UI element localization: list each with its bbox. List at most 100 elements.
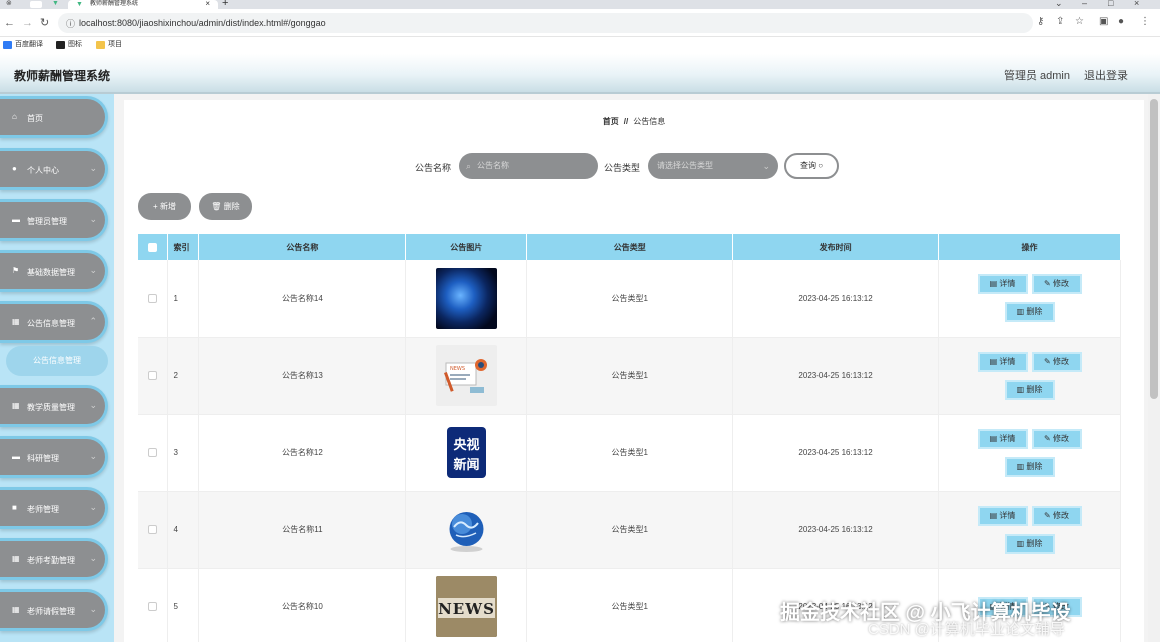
edit-button[interactable]: ✎ 修改 <box>1031 351 1082 372</box>
notice-type-placeholder: 请选择公告类型 <box>657 161 713 170</box>
briefcase-icon: ■ <box>12 503 17 512</box>
close-window-icon[interactable]: × <box>1134 0 1139 8</box>
search-icon: ○ <box>818 161 824 170</box>
select-all-checkbox[interactable] <box>148 242 158 252</box>
key-icon[interactable]: ⚷ <box>1037 16 1044 27</box>
delete-button[interactable]: ▥ 删除 <box>1004 302 1055 323</box>
browser-tab-active[interactable]: ▼ 教师薪酬管理系统 × <box>68 0 218 9</box>
col-header-ops: 操作 <box>938 234 1121 260</box>
logout-link[interactable]: 退出登录 <box>1084 67 1128 83</box>
translate-icon <box>3 41 12 49</box>
tab-search-icon[interactable]: ⊗ <box>6 0 12 8</box>
sidebar-item-label: 老师考勤管理 <box>27 556 75 565</box>
notice-name-input[interactable]: ⌕ 公告名称 <box>459 153 598 179</box>
detail-label: 详情 <box>999 356 1016 366</box>
sidebar-item-teaching[interactable]: ▦ 教学质量管理 ⌄ <box>0 385 108 427</box>
delete-label: 删除 <box>223 202 240 211</box>
tab-title: 教师薪酬管理系统 <box>90 1 139 7</box>
row-select-cell <box>138 260 169 338</box>
notice-image-newspaper[interactable]: NEWS <box>435 345 497 406</box>
edit-label: 修改 <box>1052 433 1069 443</box>
edit-label: 修改 <box>1052 356 1069 366</box>
edit-button[interactable]: ✎ 修改 <box>1031 596 1082 617</box>
bookmark-folder[interactable]: 项目 <box>96 39 122 51</box>
tab-close-icon[interactable]: × <box>205 0 210 8</box>
document-icon: ▤ <box>989 279 998 289</box>
notice-image-globe[interactable] <box>435 267 497 329</box>
reload-icon[interactable]: ↻ <box>40 17 49 29</box>
delete-label: 删除 <box>1026 461 1043 471</box>
sidebar-item-label: 管理员管理 <box>27 217 67 226</box>
edit-button[interactable]: ✎ 修改 <box>1031 428 1082 449</box>
newspaper-illustration: NEWS <box>443 359 487 393</box>
chevron-down-icon: ⌄ <box>762 161 770 171</box>
maximize-icon[interactable]: □ <box>1108 0 1113 8</box>
share-icon[interactable]: ⇪ <box>1056 16 1064 27</box>
row-select-cell <box>138 491 169 569</box>
notice-image-world[interactable] <box>436 499 497 560</box>
detail-button[interactable]: ▤ 详情 <box>977 596 1028 617</box>
chevron-down-icon: ⌄ <box>89 553 97 563</box>
minimize-icon[interactable]: – <box>1082 0 1087 8</box>
detail-button[interactable]: ▤ 详情 <box>977 505 1028 526</box>
inactive-tab[interactable] <box>30 1 42 8</box>
sidebar-item-leave[interactable]: ▦ 老师请假管理 ⌄ <box>0 589 108 631</box>
sidebar-item-label: 基础数据管理 <box>27 268 75 277</box>
sidebar-item-teacher[interactable]: ■ 老师管理 ⌄ <box>0 487 108 529</box>
sidebar-item-personal[interactable]: ● 个人中心 ⌄ <box>0 148 108 190</box>
sidebar-item-label: 老师请假管理 <box>27 607 75 616</box>
row-checkbox[interactable] <box>148 371 158 381</box>
sidepanel-icon[interactable]: ▣ <box>1099 16 1108 27</box>
delete-button[interactable]: ▥ 删除 <box>1004 456 1055 477</box>
sidebar-item-home[interactable]: ⌂ 首页 <box>0 96 108 138</box>
sidebar-item-notice[interactable]: ▦ 公告信息管理 ⌃ <box>0 301 108 343</box>
scrollbar-thumb[interactable] <box>1150 99 1158 399</box>
star-icon[interactable]: ☆ <box>1075 16 1084 27</box>
row-checkbox[interactable] <box>148 448 158 458</box>
app-title: 教师薪酬管理系统 <box>14 69 111 83</box>
forward-icon[interactable]: → <box>22 17 33 29</box>
row-ops-cell: ▤ 详情 ✎ 修改 ▥ 删除 <box>938 260 1121 338</box>
menu-dots-icon[interactable]: ⋮ <box>1140 16 1150 27</box>
edit-button[interactable]: ✎ 修改 <box>1031 505 1082 526</box>
edit-button[interactable]: ✎ 修改 <box>1031 274 1082 295</box>
row-index: 4 <box>167 491 200 569</box>
batch-delete-button[interactable]: 🗑 删除 <box>199 193 252 220</box>
add-button[interactable]: + 新增 <box>138 193 191 220</box>
url-field[interactable]: ⓘ localhost:8080/jiaoshixinchou/admin/di… <box>58 13 1033 33</box>
detail-button[interactable]: ▤ 详情 <box>977 428 1028 449</box>
detail-button[interactable]: ▤ 详情 <box>977 274 1028 295</box>
col-header-time: 发布时间 <box>732 234 940 260</box>
back-icon[interactable]: ← <box>4 17 15 29</box>
new-tab-icon[interactable]: + <box>222 0 228 9</box>
bookmark-item[interactable]: 图标 <box>56 39 82 51</box>
row-ops-cell: ▤ 详情 ✎ 修改 ▥ 删除 <box>938 337 1121 415</box>
row-time: 2023-04-25 16:13:12 <box>732 260 940 338</box>
vue-favicon-icon[interactable]: ▼ <box>52 0 59 8</box>
profile-icon[interactable]: ● <box>1118 16 1124 27</box>
sidebar-item-research[interactable]: ▬ 科研管理 ⌄ <box>0 436 108 478</box>
row-select-cell <box>138 568 169 642</box>
sidebar-item-attendance[interactable]: ▦ 老师考勤管理 ⌄ <box>0 538 108 580</box>
chevron-down-icon[interactable]: ⌄ <box>1055 0 1063 8</box>
notice-image-news-blocks[interactable]: NEWS <box>435 576 497 637</box>
page-scrollbar[interactable] <box>1148 94 1160 642</box>
bookmark-item[interactable]: 百度翻译 <box>3 39 43 51</box>
query-button[interactable]: 查询 ○ <box>784 153 839 179</box>
site-info-icon[interactable]: ⓘ <box>66 17 75 30</box>
sidebar-item-admin[interactable]: ▬ 管理员管理 ⌄ <box>0 199 108 241</box>
notice-name-label: 公告名称 <box>415 163 452 173</box>
row-checkbox[interactable] <box>148 602 158 612</box>
sidebar-item-basic-data[interactable]: ⚑ 基础数据管理 ⌄ <box>0 250 108 292</box>
delete-button[interactable]: ▥ 删除 <box>1004 379 1055 400</box>
breadcrumb-home[interactable]: 首页 <box>603 117 619 126</box>
notice-image-cctv[interactable]: 央视 新闻 <box>435 422 497 483</box>
row-checkbox[interactable] <box>148 525 158 535</box>
detail-button[interactable]: ▤ 详情 <box>977 351 1028 372</box>
sidebar-subitem-notice[interactable]: 公告信息管理 <box>6 346 108 376</box>
row-checkbox[interactable] <box>148 293 158 303</box>
delete-button[interactable]: ▥ 删除 <box>1004 533 1055 554</box>
detail-label: 详情 <box>999 601 1016 611</box>
row-image-cell: 央视 新闻 <box>405 414 528 492</box>
notice-type-select[interactable]: 请选择公告类型 ⌄ <box>648 153 778 179</box>
